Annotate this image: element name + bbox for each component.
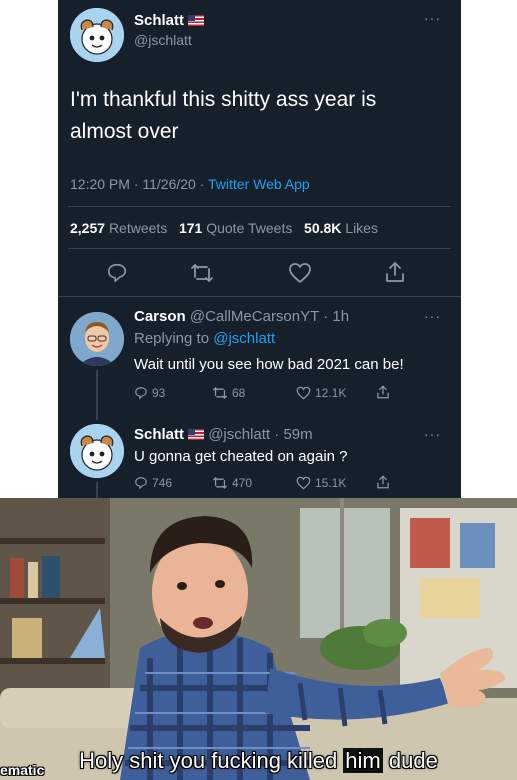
share-icon bbox=[377, 385, 389, 399]
reply-button[interactable] bbox=[106, 262, 128, 289]
tweet-stats-row: 2,257 Retweets 171 Quote Tweets 50.8K Li… bbox=[70, 220, 378, 236]
divider bbox=[68, 248, 451, 249]
thread-line bbox=[96, 370, 98, 420]
like-button[interactable] bbox=[288, 262, 312, 289]
reply2-share-button[interactable] bbox=[376, 474, 390, 490]
reply2-author-line[interactable]: Schlatt @jschlatt · 59m bbox=[134, 426, 313, 443]
reply2-like-count[interactable]: 15.1K bbox=[296, 476, 346, 490]
tweet-source-link[interactable]: Twitter Web App bbox=[208, 176, 310, 192]
more-icon[interactable]: ··· bbox=[424, 308, 441, 324]
reaction-meme-image: Holy shit you fucking killed him dude em… bbox=[0, 498, 517, 780]
retweets-stat[interactable]: 2,257 Retweets bbox=[70, 220, 167, 236]
meme-scene-illustration bbox=[0, 498, 517, 780]
reply2-retweet-count[interactable]: 470 bbox=[212, 476, 252, 490]
tweet-timestamp: 12:20 PM · 11/26/20 · Twitter Web App bbox=[70, 176, 310, 192]
reply1-retweet-count[interactable]: 68 bbox=[212, 386, 245, 400]
schlatt-avatar[interactable] bbox=[70, 8, 124, 62]
reply2-text: U gonna get cheated on again ? bbox=[134, 448, 348, 465]
retweet-icon bbox=[191, 264, 213, 282]
main-author-name[interactable]: Schlatt bbox=[134, 12, 205, 29]
replying-to-link[interactable]: @jschlatt bbox=[213, 330, 275, 347]
like-icon bbox=[296, 386, 311, 400]
us-flag-icon bbox=[188, 15, 205, 26]
us-flag-icon bbox=[188, 429, 205, 440]
share-icon bbox=[386, 262, 404, 282]
schlatt-avatar[interactable] bbox=[70, 424, 124, 478]
retweet-icon bbox=[213, 387, 227, 399]
main-author-handle[interactable]: @jschlatt bbox=[134, 32, 192, 48]
thread-line bbox=[96, 482, 98, 498]
divider bbox=[68, 206, 451, 207]
quote-tweets-stat[interactable]: 171 Quote Tweets bbox=[179, 220, 292, 236]
main-tweet-text-line1: I'm thankful this shitty ass year is bbox=[70, 88, 377, 111]
reply2-reply-count[interactable]: 746 bbox=[134, 476, 172, 490]
reply1-like-count[interactable]: 12.1K bbox=[296, 386, 346, 400]
likes-stat[interactable]: 50.8K Likes bbox=[304, 220, 378, 236]
reply1-reply-count[interactable]: 93 bbox=[134, 386, 165, 400]
like-icon bbox=[289, 263, 311, 283]
meme-caption: Holy shit you fucking killed him dude bbox=[79, 748, 438, 773]
carson-avatar[interactable] bbox=[70, 312, 124, 366]
more-icon[interactable]: ··· bbox=[424, 10, 441, 26]
share-button[interactable] bbox=[384, 260, 406, 289]
reply-icon bbox=[135, 477, 147, 490]
reply-icon bbox=[107, 263, 127, 283]
share-icon bbox=[377, 475, 389, 489]
divider bbox=[58, 296, 461, 297]
tweet-thread-panel: Schlatt @jschlatt ··· I'm thankful this … bbox=[58, 0, 461, 498]
reply-icon bbox=[135, 387, 147, 400]
reply1-text: Wait until you see how bad 2021 can be! bbox=[134, 356, 404, 373]
main-tweet-text-line2: almost over bbox=[70, 120, 179, 143]
like-icon bbox=[296, 476, 311, 490]
reply1-replying-to: Replying to @jschlatt bbox=[134, 330, 276, 347]
reply1-share-button[interactable] bbox=[376, 384, 390, 400]
more-icon[interactable]: ··· bbox=[424, 426, 441, 442]
retweet-button[interactable] bbox=[190, 262, 214, 289]
meme-watermark: ematic bbox=[0, 762, 45, 778]
retweet-icon bbox=[213, 477, 227, 489]
reply1-author-line[interactable]: Carson @CallMeCarsonYT · 1h bbox=[134, 308, 349, 325]
